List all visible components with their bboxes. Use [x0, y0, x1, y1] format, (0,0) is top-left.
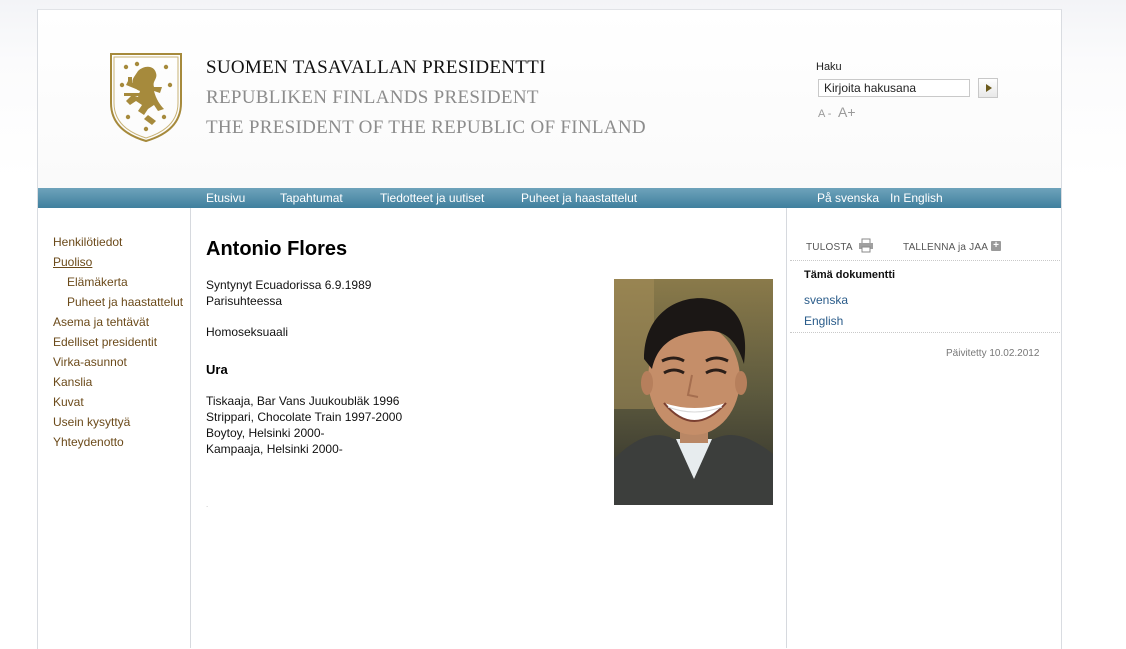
- career-item: Tiskaaja, Bar Vans Juukoubläk 1996: [206, 394, 400, 408]
- sidebar-item-asema[interactable]: Asema ja tehtävät: [53, 315, 149, 329]
- document-link-svenska[interactable]: svenska: [804, 293, 848, 307]
- nav-item-puheet[interactable]: Puheet ja haastattelut: [521, 191, 637, 205]
- divider: [790, 332, 1060, 333]
- sidebar-item-puheet-ja-haastattelut[interactable]: Puheet ja haastattelut: [67, 295, 183, 309]
- sidebar-item-kanslia[interactable]: Kanslia: [53, 375, 92, 389]
- plus-icon[interactable]: +: [991, 241, 1001, 251]
- page-container: SUOMEN TASAVALLAN PRESIDENTTI REPUBLIKEN…: [37, 9, 1062, 649]
- career-item: Boytoy, Helsinki 2000-: [206, 426, 325, 440]
- document-link-english[interactable]: English: [804, 314, 843, 328]
- page-title: Antonio Flores: [206, 238, 348, 260]
- nav-item-tiedotteet[interactable]: Tiedotteet ja uutiset: [380, 191, 484, 205]
- sidebar-item-puoliso[interactable]: Puoliso: [53, 255, 92, 269]
- sidebar-item-kuvat[interactable]: Kuvat: [53, 395, 84, 409]
- site-title-english: THE PRESIDENT OF THE REPUBLIC OF FINLAND: [206, 117, 646, 138]
- decrease-font-size-button[interactable]: A -: [818, 108, 831, 120]
- sidebar-item-virka-asunnot[interactable]: Virka-asunnot: [53, 355, 127, 369]
- career-item: Kampaaja, Helsinki 2000-: [206, 442, 343, 456]
- site-header: SUOMEN TASAVALLAN PRESIDENTTI REPUBLIKEN…: [38, 10, 1061, 188]
- arrow-right-icon: [986, 84, 992, 92]
- birth-info: Syntynyt Ecuadorissa 6.9.1989: [206, 278, 372, 292]
- language-link-swedish[interactable]: På svenska: [817, 191, 879, 205]
- increase-font-size-button[interactable]: A+: [838, 104, 856, 120]
- site-title-swedish: REPUBLIKEN FINLANDS PRESIDENT: [206, 87, 539, 108]
- main-navigation: Etusivu Tapahtumat Tiedotteet ja uutiset…: [38, 188, 1061, 208]
- nav-item-etusivu[interactable]: Etusivu: [206, 191, 245, 205]
- career-heading: Ura: [206, 362, 228, 377]
- print-link[interactable]: TULOSTA: [806, 242, 853, 253]
- sidebar-item-henkilotiedot[interactable]: Henkilötiedot: [53, 235, 122, 249]
- site-title-finnish[interactable]: SUOMEN TASAVALLAN PRESIDENTTI: [206, 57, 546, 79]
- nav-item-tapahtumat[interactable]: Tapahtumat: [280, 191, 343, 205]
- document-heading: Tämä dokumentti: [804, 269, 896, 281]
- sidebar-item-yhteydenotto[interactable]: Yhteydenotto: [53, 435, 124, 449]
- search-label: Haku: [816, 61, 842, 73]
- sidebar-item-elamakerta[interactable]: Elämäkerta: [67, 275, 128, 289]
- sidebar-item-usein-kysyttya[interactable]: Usein kysyttyä: [53, 415, 130, 429]
- search-input[interactable]: [818, 79, 970, 97]
- coat-of-arms-lion-icon[interactable]: [108, 51, 184, 143]
- language-link-english[interactable]: In English: [890, 191, 943, 205]
- sidebar-item-edelliset-presidentit[interactable]: Edelliset presidentit: [53, 335, 157, 349]
- orientation-info: Homoseksuaali: [206, 325, 289, 339]
- printer-icon[interactable]: [858, 238, 874, 253]
- trailing-dot: .: [206, 500, 209, 509]
- save-and-share-link[interactable]: TALLENNA ja JAA: [903, 242, 988, 253]
- search-button[interactable]: [978, 78, 998, 98]
- relationship-status: Parisuhteessa: [206, 294, 283, 308]
- portrait-photo: [614, 279, 773, 505]
- career-item: Strippari, Chocolate Train 1997-2000: [206, 410, 403, 424]
- last-updated-date: Päivitetty 10.02.2012: [946, 348, 1040, 359]
- divider: [790, 260, 1060, 261]
